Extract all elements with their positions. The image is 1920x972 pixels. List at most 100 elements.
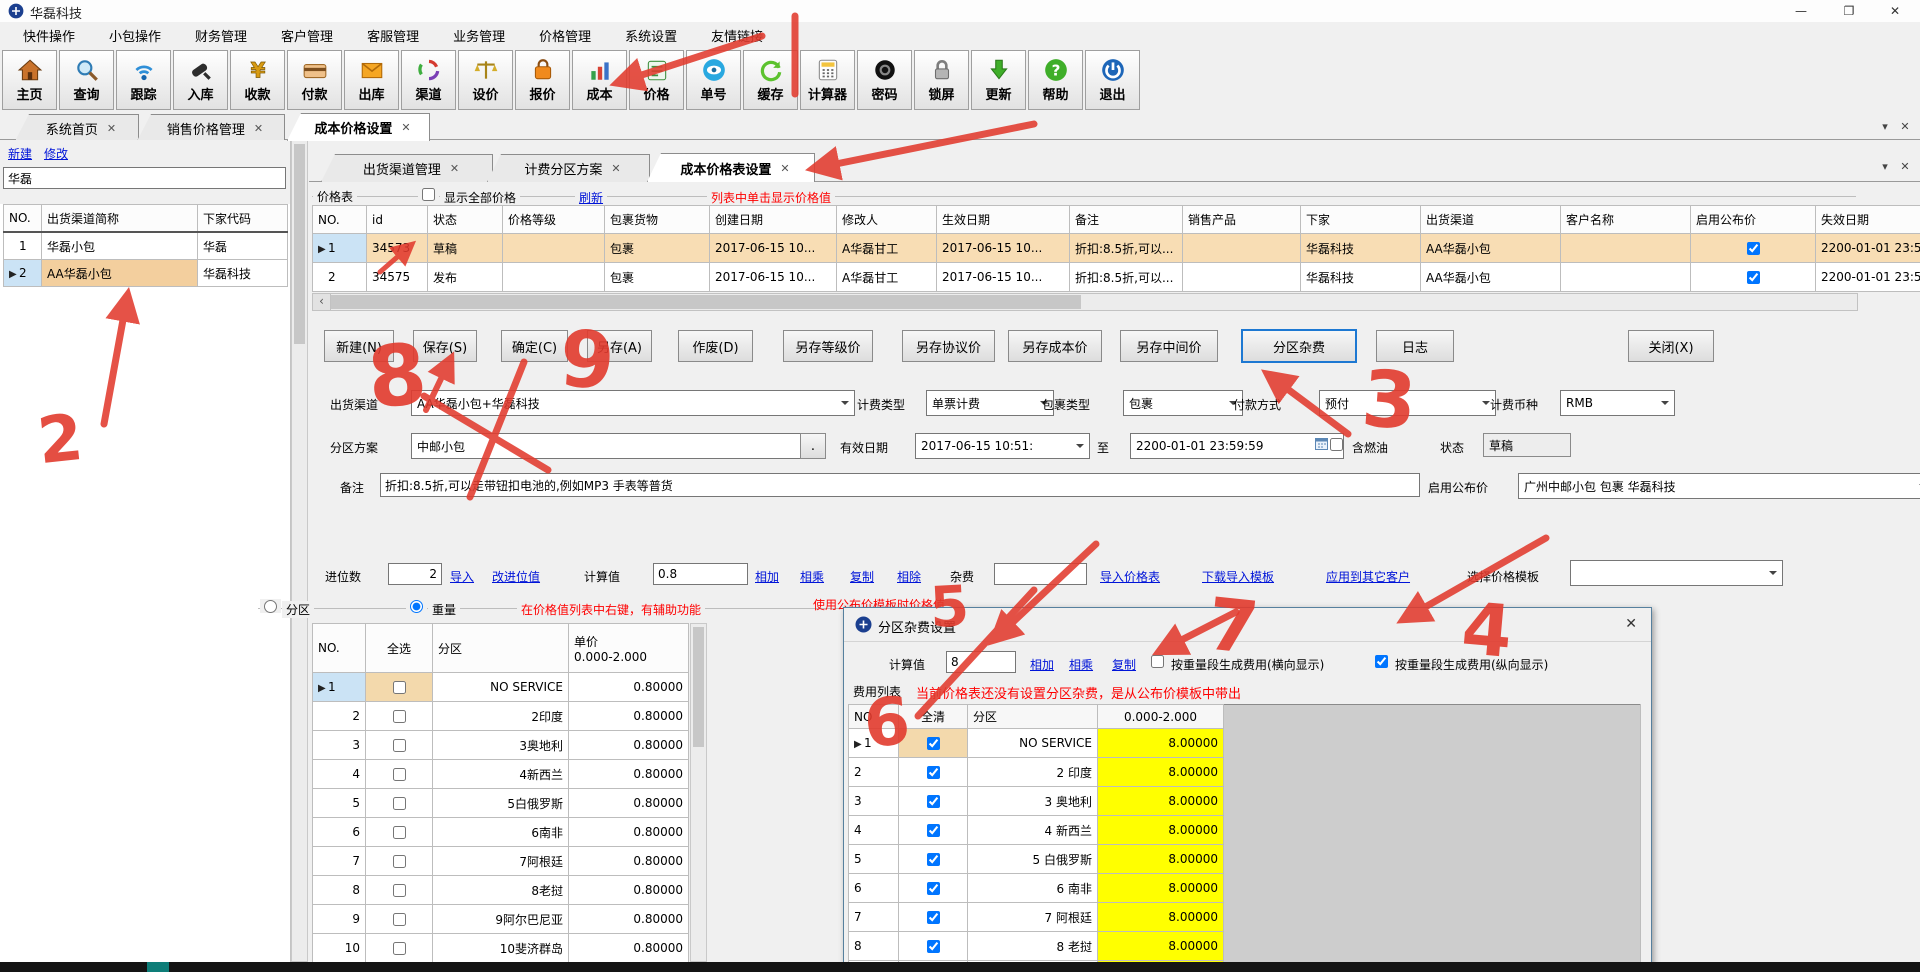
popup-add-link[interactable]: 相加 [1030,656,1054,673]
col-header[interactable]: 分区 [433,624,569,673]
menu-system[interactable]: 系统设置 [608,26,694,45]
table-row[interactable]: 99阿尔巴尼亚0.80000 [313,905,689,934]
col-header[interactable]: 生效日期 [937,206,1070,234]
zone-select-checkbox[interactable] [393,739,406,752]
zone-select-checkbox[interactable] [393,913,406,926]
scroll-left-icon[interactable]: ‹ [313,294,331,310]
col-header[interactable]: 分区 [968,705,1098,729]
table-row[interactable]: 88 老挝8.00000 [849,932,1641,961]
table-row[interactable]: ▶1NO SERVICE8.00000 [849,729,1641,758]
zone-select-checkbox[interactable] [393,681,406,694]
col-header[interactable]: NO. [313,624,366,673]
tab-system-home[interactable]: 系统首页✕ [15,114,139,141]
calc-value-input[interactable] [653,563,748,585]
col-header[interactable]: 状态 [428,206,503,234]
toolbar-trackingno-button[interactable]: 单号 [686,50,741,110]
tab-dropdown-icon[interactable]: ▾ [1876,118,1894,136]
published-checkbox[interactable] [1747,271,1760,284]
payment-select[interactable]: 预付 [1319,390,1496,416]
col-header[interactable]: 下家代码 [198,205,288,233]
tab-zone-plan[interactable]: 计费分区方案✕ [487,154,650,182]
menu-express-ops[interactable]: 快件操作 [6,26,92,45]
zone-select-checkbox[interactable] [393,826,406,839]
toolbar-quote-button[interactable]: 报价 [515,50,570,110]
toolbar-home-button[interactable]: 主页 [2,50,57,110]
toolbar-help-button[interactable]: ?帮助 [1028,50,1083,110]
import-link[interactable]: 导入 [450,568,474,585]
col-header[interactable]: 0.000-2.000 [1098,705,1224,729]
menu-parcel-ops[interactable]: 小包操作 [92,26,178,45]
confirm-button[interactable]: 确定(C) [501,330,568,362]
channel-select[interactable]: AA华磊小包+华磊科技 [411,390,855,416]
menu-business[interactable]: 业务管理 [436,26,522,45]
table-row[interactable]: 44 新西兰8.00000 [849,816,1641,845]
toolbar-receive-button[interactable]: ¥收款 [230,50,285,110]
scrollbar-thumb[interactable] [331,295,1081,309]
menu-price[interactable]: 价格管理 [522,26,608,45]
zone-select-checkbox[interactable] [393,942,406,955]
publish-price-select[interactable]: 广州中邮小包 包裹 华磊科技 [1518,473,1920,499]
zone-select-checkbox[interactable] [393,797,406,810]
table-row[interactable]: 66南非0.80000 [313,818,689,847]
tab-close-icon[interactable]: ✕ [401,121,410,134]
tab-list-close-icon[interactable]: ✕ [1896,158,1914,176]
col-header[interactable]: 单价0.000-2.000 [569,624,689,673]
fee-select-checkbox[interactable] [927,824,940,837]
fuel-included-checkbox[interactable] [1330,438,1343,451]
popup-copy-link[interactable]: 复制 [1112,656,1136,673]
zone-plan-select[interactable]: 中邮小包 [411,433,816,459]
toolbar-password-button[interactable]: 密码 [857,50,912,110]
grid-horizontal-scrollbar[interactable]: ‹ [312,293,1858,311]
toolbar-update-button[interactable]: 更新 [971,50,1026,110]
zone-fee-button[interactable]: 分区杂费 [1241,329,1357,363]
table-row[interactable]: 66 南非8.00000 [849,874,1641,903]
channel-edit-link[interactable]: 修改 [44,145,68,162]
log-button[interactable]: 日志 [1376,330,1454,362]
save-cost-price-button[interactable]: 另存成本价 [1008,330,1102,362]
zone-select-checkbox[interactable] [393,768,406,781]
download-template-link[interactable]: 下载导入模板 [1202,568,1274,585]
toolbar-setprice-button[interactable]: 设价 [458,50,513,110]
weight-mode-radio[interactable] [410,600,423,613]
tab-channel-manage[interactable]: 出货渠道管理✕ [321,154,493,182]
zone-plan-more-button[interactable]: . [800,433,826,459]
menu-links[interactable]: 友情链接 [694,26,780,45]
col-header[interactable]: 备注 [1070,206,1183,234]
table-row[interactable]: 2 34575 发布 包裹 2017-06-15 10... A华磊甘工 201… [313,263,1920,292]
close-window-button[interactable]: ✕ [1874,0,1916,22]
table-row[interactable]: ▶2 AA华磊小包 华磊科技 [4,260,288,287]
tab-close-icon[interactable]: ✕ [780,162,789,175]
col-header[interactable]: 下家 [1301,206,1421,234]
save-middle-price-button[interactable]: 另存中间价 [1120,330,1218,362]
tab-sales-price[interactable]: 销售价格管理✕ [137,114,285,141]
zone-table-scrollbar[interactable] [690,623,707,962]
toolbar-cache-button[interactable]: 缓存 [743,50,798,110]
table-row[interactable]: 33奥地利0.80000 [313,731,689,760]
valid-from-select[interactable]: 2017-06-15 10:51: [915,433,1090,459]
tab-close-icon[interactable]: ✕ [107,122,116,135]
toolbar-pay-button[interactable]: 付款 [287,50,342,110]
table-row[interactable]: 88老挝0.80000 [313,876,689,905]
col-header[interactable]: 启用公布价 [1691,206,1816,234]
zone-select-checkbox[interactable] [393,884,406,897]
currency-select[interactable]: RMB [1560,390,1675,416]
col-header[interactable]: 修改人 [837,206,937,234]
table-row[interactable]: ▶1 34573 草稿 包裹 2017-06-15 10... A华磊甘工 20… [313,234,1920,263]
menu-service[interactable]: 客服管理 [350,26,436,45]
save-grade-price-button[interactable]: 另存等级价 [783,330,873,362]
col-header[interactable]: 销售产品 [1183,206,1301,234]
package-type-select[interactable]: 包裹 [1123,390,1243,416]
tab-close-icon[interactable]: ✕ [254,122,263,135]
multiply-link[interactable]: 相乘 [800,568,824,585]
tab-close-icon[interactable]: ✕ [450,162,459,175]
tab-cost-price[interactable]: 成本价格设置✕ [287,113,430,141]
col-header[interactable]: 出货渠道简称 [42,205,198,233]
fee-select-checkbox[interactable] [927,853,940,866]
horizontal-fee-checkbox[interactable] [1151,655,1164,668]
dialog-title-bar[interactable]: 分区杂费设置 ✕ [844,608,1651,642]
popup-calc-input[interactable] [946,651,1016,673]
table-row[interactable]: 55 白俄罗斯8.00000 [849,845,1641,874]
dialog-close-icon[interactable]: ✕ [1625,616,1637,632]
tab-list-close-icon[interactable]: ✕ [1896,118,1914,136]
toolbar-calculator-button[interactable]: 计算器 [800,50,855,110]
